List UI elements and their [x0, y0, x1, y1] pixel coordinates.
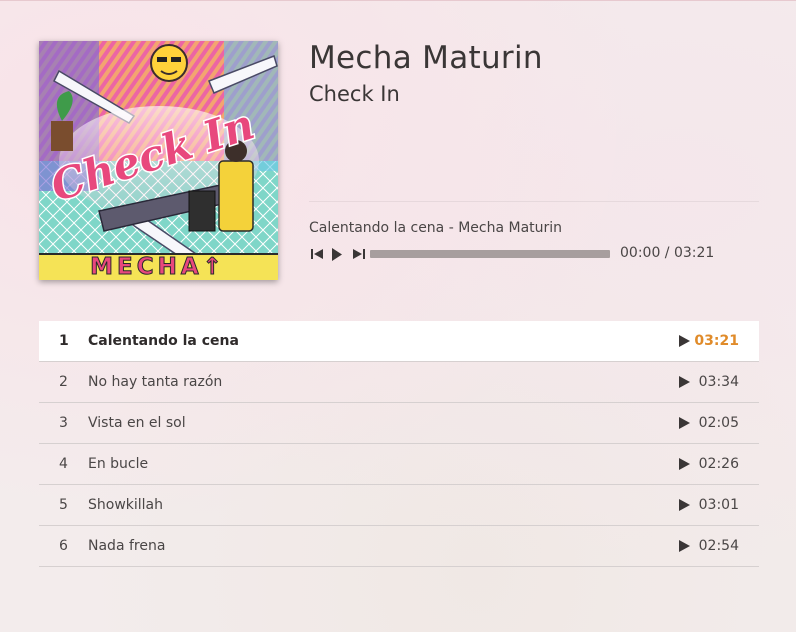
- top-border: [0, 0, 796, 1]
- play-icon[interactable]: [679, 376, 691, 390]
- album-title: Check In: [309, 82, 400, 106]
- track-title: Vista en el sol: [88, 415, 186, 431]
- track-list: 1 Calentando la cena 03:21 2 No hay tant…: [39, 321, 759, 567]
- now-playing-label: Calentando la cena - Mecha Maturin: [309, 220, 563, 236]
- track-number: 4: [59, 456, 68, 472]
- skip-previous-icon[interactable]: [309, 244, 325, 264]
- cover-band-text: MECHA↑: [90, 254, 226, 280]
- track-title: No hay tanta razón: [88, 374, 223, 390]
- track-title: Showkillah: [88, 497, 164, 513]
- header-divider: [309, 201, 759, 202]
- track-row[interactable]: 5 Showkillah 03:01: [39, 485, 759, 526]
- track-duration: 02:54: [698, 538, 739, 554]
- track-number: 3: [59, 415, 68, 431]
- track-number: 6: [59, 538, 68, 554]
- track-row[interactable]: 2 No hay tanta razón 03:34: [39, 362, 759, 403]
- play-icon[interactable]: [679, 335, 691, 349]
- track-number: 1: [59, 333, 69, 349]
- track-duration: 03:01: [698, 497, 739, 513]
- track-row[interactable]: 6 Nada frena 02:54: [39, 526, 759, 567]
- track-number: 5: [59, 497, 68, 513]
- album-cover: Check In MECHA↑: [39, 41, 278, 280]
- track-duration: 03:34: [698, 374, 739, 390]
- time-display: 00:00 / 03:21: [620, 245, 715, 261]
- artist-name: Mecha Maturin: [309, 40, 543, 76]
- track-title: Nada frena: [88, 538, 166, 554]
- play-icon[interactable]: [329, 244, 345, 264]
- play-icon[interactable]: [679, 540, 691, 554]
- track-row[interactable]: 1 Calentando la cena 03:21: [39, 321, 759, 362]
- play-icon[interactable]: [679, 499, 691, 513]
- track-duration: 02:26: [698, 456, 739, 472]
- play-icon[interactable]: [679, 458, 691, 472]
- track-row[interactable]: 4 En bucle 02:26: [39, 444, 759, 485]
- track-row[interactable]: 3 Vista en el sol 02:05: [39, 403, 759, 444]
- progress-bar[interactable]: [370, 250, 610, 258]
- skip-next-icon[interactable]: [350, 244, 366, 264]
- track-title: Calentando la cena: [88, 333, 239, 349]
- track-number: 2: [59, 374, 68, 390]
- play-icon[interactable]: [679, 417, 691, 431]
- track-duration: 03:21: [694, 333, 739, 349]
- track-title: En bucle: [88, 456, 149, 472]
- player-controls: 00:00 / 03:21: [309, 244, 739, 264]
- track-duration: 02:05: [698, 415, 739, 431]
